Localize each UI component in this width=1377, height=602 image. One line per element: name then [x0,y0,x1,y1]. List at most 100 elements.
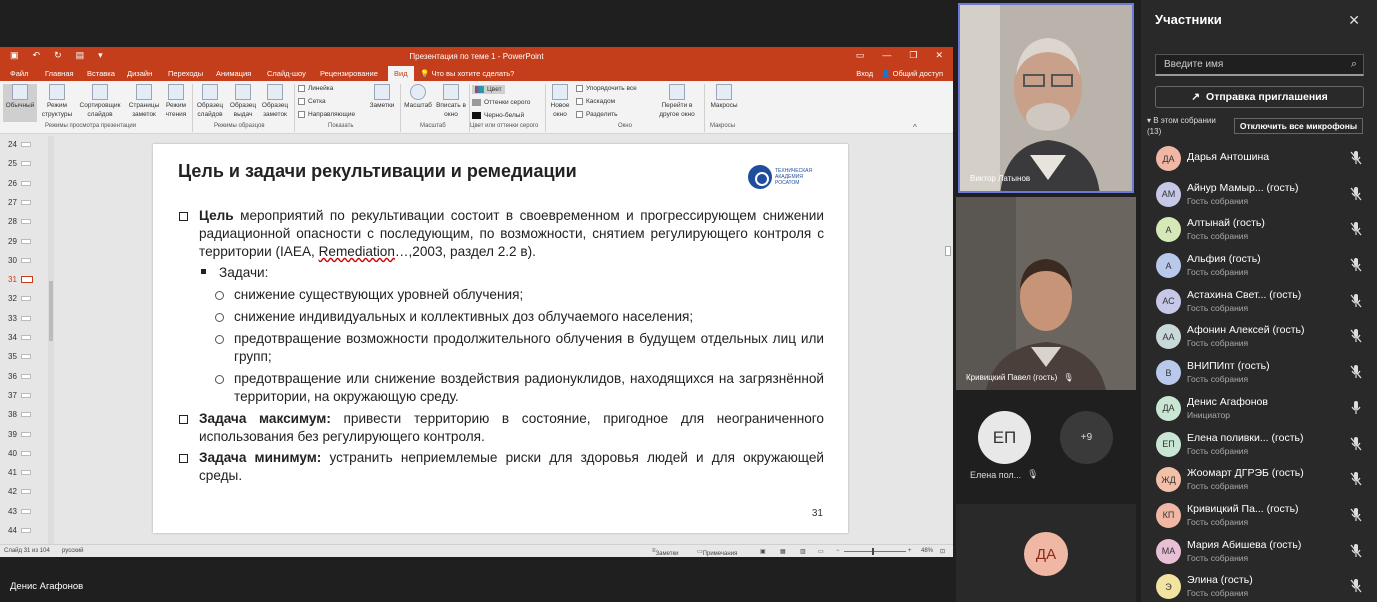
participant-item[interactable]: ДА Денис Агафонов Инициатор [1141,391,1377,427]
tab-home[interactable]: Главная [45,69,74,78]
tab-slideshow[interactable]: Слайд-шоу [267,69,306,78]
participant-item[interactable]: МА Мария Абишева (гость) Гость собрания [1141,534,1377,570]
ribbon-display-icon[interactable]: ▭ [856,50,865,61]
mic-muted-icon[interactable] [1349,186,1363,202]
ruler-checkbox[interactable]: Линейка [298,85,333,92]
in-meeting-section[interactable]: ▾ В этом собрании (13) [1147,115,1216,137]
slide-thumbnail[interactable]: 30 [8,256,31,265]
normal-view-button[interactable]: Обычный [3,84,37,122]
slide-scrollbar[interactable] [943,136,953,548]
search-icon[interactable]: ⌕ [1351,58,1357,71]
mic-icon[interactable] [1349,400,1363,416]
participant-item[interactable]: В ВНИПИпт (гость) Гость собрания [1141,355,1377,391]
mic-muted-icon[interactable] [1349,150,1363,166]
slide-thumbnail[interactable]: 37 [8,391,31,400]
slide-thumbnail[interactable]: 29 [8,237,31,246]
share-button[interactable]: 👤 Общий доступ [881,69,943,78]
send-invite-button[interactable]: ↗ Отправка приглашения [1155,86,1364,108]
slide-thumbnail[interactable]: 33 [8,314,31,323]
grid-checkbox[interactable]: Сетка [298,98,326,105]
notes-page-button[interactable]: Страницы заметок [126,84,162,119]
new-window-button[interactable]: Новое окно [547,84,573,119]
participant-item[interactable]: АМ Айнур Мамыр... (гость) Гость собрания [1141,177,1377,213]
participant-item[interactable]: Э Элина (гость) Гость собрания [1141,569,1377,602]
bw-button[interactable]: Черно-белый [472,112,524,119]
color-button[interactable]: Цвет [472,85,505,94]
minimize-icon[interactable]: — [882,50,891,61]
slide-thumbnail[interactable]: 31 [8,275,33,284]
tab-file[interactable]: Файл [10,69,28,78]
scrollbar-thumb[interactable] [945,246,951,256]
scrollbar-thumb[interactable] [49,281,53,341]
switch-window-button[interactable]: Перейти в другое окно [652,84,702,119]
slide-thumbnail[interactable]: 27 [8,198,31,207]
zoom-button[interactable]: Масштаб [402,84,434,110]
notes-master-button[interactable]: Образец заметок [259,84,291,119]
tab-animations[interactable]: Анимация [216,69,251,78]
video-tile-viktor[interactable]: Виктор Латынов [958,3,1134,193]
grayscale-button[interactable]: Оттенки серого [472,99,530,106]
mic-muted-icon[interactable] [1349,543,1363,559]
cascade-button[interactable]: Каскадом [576,98,615,105]
zoom-level[interactable]: 48% [921,548,933,554]
handout-master-button[interactable]: Образец выдач [227,84,259,119]
notes-button[interactable]: Заметки [366,84,398,110]
slide-sorter-button[interactable]: Сортировщик слайдов [75,84,125,119]
slide-thumbnail[interactable]: 26 [8,179,31,188]
avatar-elena[interactable]: ЕП [978,411,1031,464]
slide-master-button[interactable]: Образец слайдов [194,84,226,119]
participant-item[interactable]: АС Астахина Свет... (гость) Гость собрания [1141,284,1377,320]
slide-thumbnail[interactable]: 28 [8,217,31,226]
search-input[interactable]: Введите имя ⌕ [1155,54,1364,76]
participant-item[interactable]: КП Кривицкий Па... (гость) Гость собрания [1141,498,1377,534]
comments-toggle[interactable]: ▭ Примечания [697,548,737,557]
video-tile-denis[interactable]: ДА [956,504,1136,602]
slide-thumbnail[interactable]: 34 [8,333,31,342]
restore-icon[interactable]: ❐ [909,50,917,61]
participant-item[interactable]: ДА Дарья Антошина [1141,141,1377,177]
slide-thumbnail[interactable]: 41 [8,468,31,477]
slide-thumbnail[interactable]: 24 [8,140,31,149]
slide-thumbnail[interactable]: 42 [8,487,31,496]
mic-muted-icon[interactable] [1349,364,1363,380]
notes-toggle[interactable]: ≡ Заметки [652,548,678,557]
guides-checkbox[interactable]: Направляющие [298,111,355,118]
sorter-view-status-icon[interactable]: ▦ [780,548,786,555]
signin-link[interactable]: Вход [856,69,873,78]
tab-design[interactable]: Дизайн [127,69,152,78]
mic-muted-icon[interactable] [1349,293,1363,309]
tab-view[interactable]: Вид [388,66,414,81]
outline-view-button[interactable]: Режим структуры [40,84,74,119]
slide-thumbnail[interactable]: 25 [8,159,31,168]
mic-muted-icon[interactable] [1349,507,1363,523]
tab-insert[interactable]: Вставка [87,69,115,78]
tab-review[interactable]: Рецензирование [320,69,378,78]
slide-thumbnail[interactable]: 43 [8,507,31,516]
arrange-all-button[interactable]: Упорядочить все [576,85,637,92]
participant-item[interactable]: АА Афонин Алексей (гость) Гость собрания [1141,319,1377,355]
zoom-out-icon[interactable]: − [836,548,840,554]
fit-slide-icon[interactable]: ⊡ [940,548,945,555]
slide-thumbnail[interactable]: 38 [8,410,31,419]
language-indicator[interactable]: русский [62,548,84,554]
mic-muted-icon[interactable] [1349,328,1363,344]
slide-thumbnail[interactable]: 32 [8,294,31,303]
zoom-slider[interactable] [844,548,906,555]
participant-item[interactable]: А Альфия (гость) Гость собрания [1141,248,1377,284]
slide-thumbnail[interactable]: 40 [8,449,31,458]
macros-button[interactable]: Макросы [706,84,742,110]
slide-thumbnail[interactable]: 39 [8,430,31,439]
tell-me-box[interactable]: 💡 Что вы хотите сделать? [420,69,514,78]
participant-item[interactable]: ЕП Елена поливки... (гость) Гость собрания [1141,427,1377,463]
mic-muted-icon[interactable] [1349,578,1363,594]
thumbnail-scrollbar[interactable] [48,136,54,546]
slide-thumbnail[interactable]: 44 [8,526,31,535]
close-icon[interactable]: ✕ [1348,12,1360,29]
mic-muted-icon[interactable] [1349,471,1363,487]
participant-item[interactable]: А Алтынай (гость) Гость собрания [1141,212,1377,248]
reading-view-button[interactable]: Режим чтения [162,84,190,119]
reading-view-status-icon[interactable]: ▥ [800,548,806,555]
more-participants-button[interactable]: +9 [1060,411,1113,464]
slide-thumbnail[interactable]: 35 [8,352,31,361]
slideshow-status-icon[interactable]: ▭ [818,548,824,555]
